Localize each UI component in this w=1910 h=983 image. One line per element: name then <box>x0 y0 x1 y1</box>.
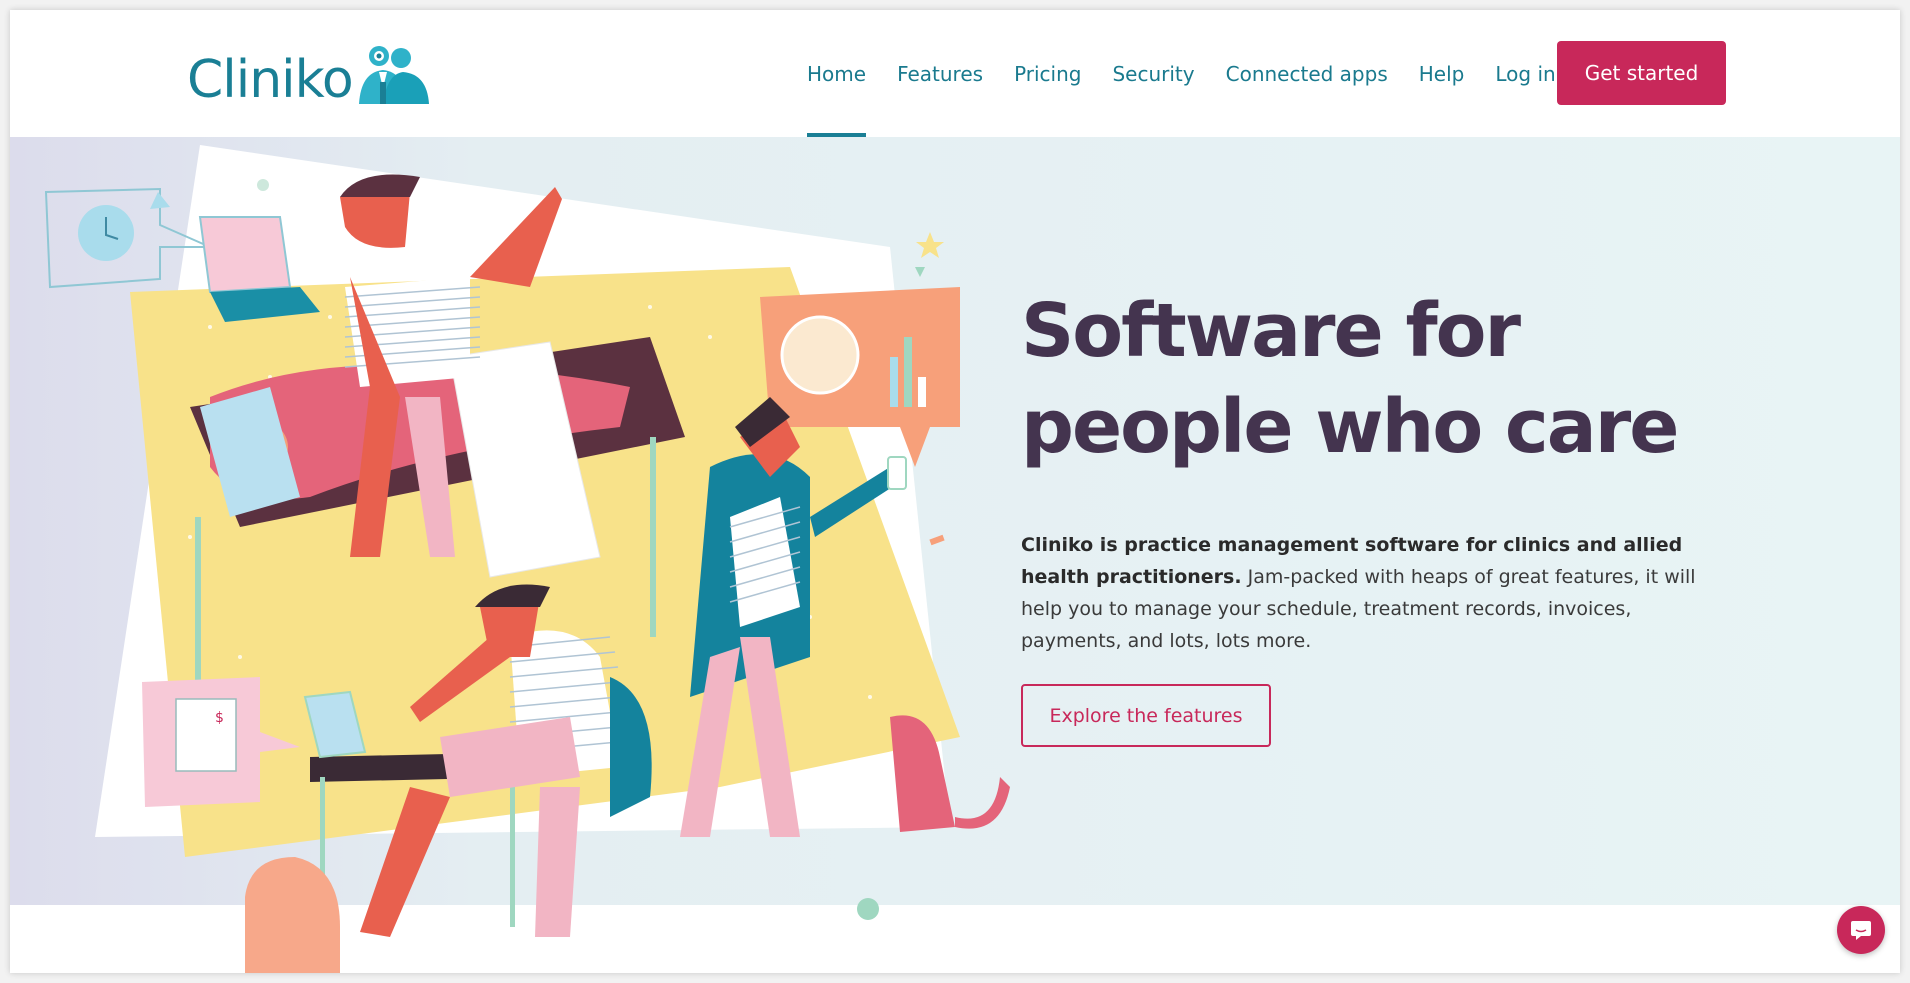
hero-description: Cliniko is practice management software … <box>1021 529 1721 657</box>
people-logo-icon <box>358 46 429 104</box>
laptop-top-left <box>198 216 292 294</box>
nav-security[interactable]: Security <box>1112 10 1194 137</box>
logo-text: Cliniko <box>187 50 354 110</box>
nav-home[interactable]: Home <box>807 10 867 137</box>
nav-connected-apps[interactable]: Connected apps <box>1226 10 1388 137</box>
svg-text:$: $ <box>215 710 224 726</box>
chat-bubble-icon <box>1851 921 1871 940</box>
nav-features[interactable]: Features <box>897 10 983 137</box>
nav-log-in[interactable]: Log in <box>1495 10 1555 137</box>
browser-frame: Cliniko Home Features Pricing Security C… <box>10 10 1900 973</box>
explore-features-button[interactable]: Explore the features <box>1021 684 1271 747</box>
hero-headline: Software for people who care <box>1021 283 1781 475</box>
headline-line-2: people who care <box>1021 384 1679 470</box>
nav-pricing[interactable]: Pricing <box>1014 10 1081 137</box>
hero-illustration: $ <box>44 145 1010 973</box>
get-started-button[interactable]: Get started <box>1557 41 1726 105</box>
nav-help[interactable]: Help <box>1419 10 1465 137</box>
chat-launcher[interactable] <box>1837 906 1885 954</box>
site-header: Cliniko Home Features Pricing Security C… <box>10 10 1900 137</box>
cliniko-logo[interactable]: Cliniko <box>187 44 433 106</box>
backpack <box>245 857 340 973</box>
headline-line-1: Software for <box>1021 288 1521 374</box>
main-nav: Home Features Pricing Security Connected… <box>807 10 1587 137</box>
